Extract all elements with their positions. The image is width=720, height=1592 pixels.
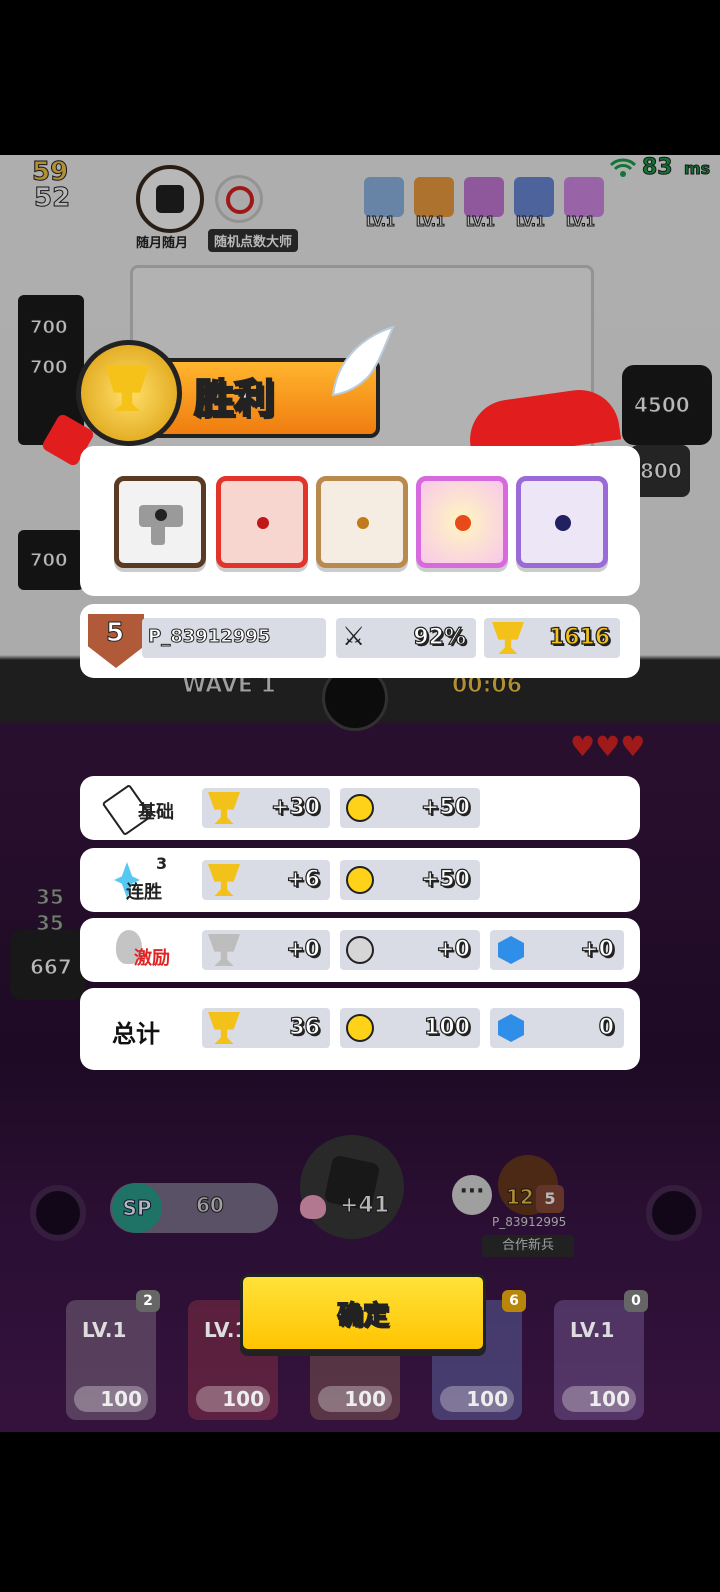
player-rank: 5 xyxy=(105,618,125,649)
coin-icon xyxy=(346,1014,374,1042)
coin-reward-bar: +50 xyxy=(340,788,480,828)
deck-card-count: 2 xyxy=(136,1290,160,1312)
trophy-reward-bar: +6 xyxy=(202,860,330,900)
reward-label: 连胜 xyxy=(126,882,162,903)
trophy-reward: +30 xyxy=(270,794,320,820)
deck-card-level: LV.1 xyxy=(82,1318,127,1342)
victory-title: 胜利 xyxy=(193,375,275,423)
trophy-bar: 1616 xyxy=(484,618,620,658)
trophy-reward: +0 xyxy=(286,936,321,962)
reward-row-total: 总计 36 100 0 xyxy=(80,988,640,1070)
coin-reward-bar: 100 xyxy=(340,1008,480,1048)
coin-total-reward: 100 xyxy=(423,1014,470,1040)
deck-card-cost: 100 xyxy=(440,1386,514,1412)
reward-row-incentive: 激励 +0 +0 +0 xyxy=(80,918,640,982)
trophy-icon xyxy=(208,864,240,896)
mystery-dice-card xyxy=(316,476,408,568)
coin-icon xyxy=(346,794,374,822)
dice-result-panel xyxy=(80,446,640,596)
coin-reward: +50 xyxy=(420,866,470,892)
confirm-button[interactable]: 确定 xyxy=(240,1274,486,1352)
victory-banner: 胜利 xyxy=(52,340,380,446)
sun-dice-card xyxy=(416,476,508,568)
deck-card-count: 0 xyxy=(624,1290,648,1312)
gem-icon xyxy=(498,1014,524,1042)
trophy-total-reward: 36 xyxy=(289,1014,321,1040)
trophy-total: 1616 xyxy=(548,624,610,650)
gun-dice-card xyxy=(114,476,206,568)
reward-label: 基础 xyxy=(138,802,174,823)
trophy-icon xyxy=(208,934,240,966)
trophy-icon xyxy=(492,622,524,654)
trophy-icon xyxy=(208,792,240,824)
deck-card-cost: 100 xyxy=(562,1386,636,1412)
coin-reward: +0 xyxy=(436,936,471,962)
streak-count: 3 xyxy=(156,854,168,873)
crack-dice-card xyxy=(516,476,608,568)
coin-reward: +50 xyxy=(420,794,470,820)
deck-card-5[interactable]: LV.1 100 0 xyxy=(554,1290,648,1420)
coin-icon xyxy=(346,866,374,894)
trophy-icon xyxy=(208,1012,240,1044)
win-rate: 92% xyxy=(413,624,467,650)
trophy-reward: +6 xyxy=(286,866,321,892)
deck-card-level: LV.1 xyxy=(570,1318,615,1342)
reward-row-basic: 基础 +30 +50 xyxy=(80,776,640,840)
confirm-label: 确定 xyxy=(336,1300,390,1332)
coin-icon xyxy=(346,936,374,964)
wing-icon xyxy=(328,325,398,405)
gem-total-reward: 0 xyxy=(598,1014,615,1040)
gem-reward-bar: +0 xyxy=(490,930,624,970)
gem-icon xyxy=(498,936,524,964)
gem-reward: +0 xyxy=(580,936,615,962)
reward-row-streak: 3 连胜 +6 +50 xyxy=(80,848,640,912)
deck-card-cost: 100 xyxy=(74,1386,148,1412)
coin-reward-bar: +50 xyxy=(340,860,480,900)
reward-label: 总计 xyxy=(112,1020,160,1048)
reward-label: 激励 xyxy=(134,948,170,969)
player-name-bar: P_83912995 xyxy=(142,618,326,658)
player-stats-panel: 5 P_83912995 ⚔ 92% 1616 xyxy=(80,604,640,678)
deck-card-cost: 100 xyxy=(196,1386,270,1412)
trophy-reward-bar: 36 xyxy=(202,1008,330,1048)
trophy-reward-bar: +0 xyxy=(202,930,330,970)
deck-card-1[interactable]: LV.1 100 2 xyxy=(66,1290,160,1420)
crossed-swords-icon: ⚔ xyxy=(342,622,366,652)
fire-dice-card xyxy=(216,476,308,568)
player-name: P_83912995 xyxy=(147,626,271,648)
gem-reward-bar: 0 xyxy=(490,1008,624,1048)
deck-card-cost: 100 xyxy=(318,1386,392,1412)
coin-reward-bar: +0 xyxy=(340,930,480,970)
win-rate-bar: ⚔ 92% xyxy=(336,618,476,658)
deck-card-count: 6 xyxy=(502,1290,526,1312)
trophy-reward-bar: +30 xyxy=(202,788,330,828)
